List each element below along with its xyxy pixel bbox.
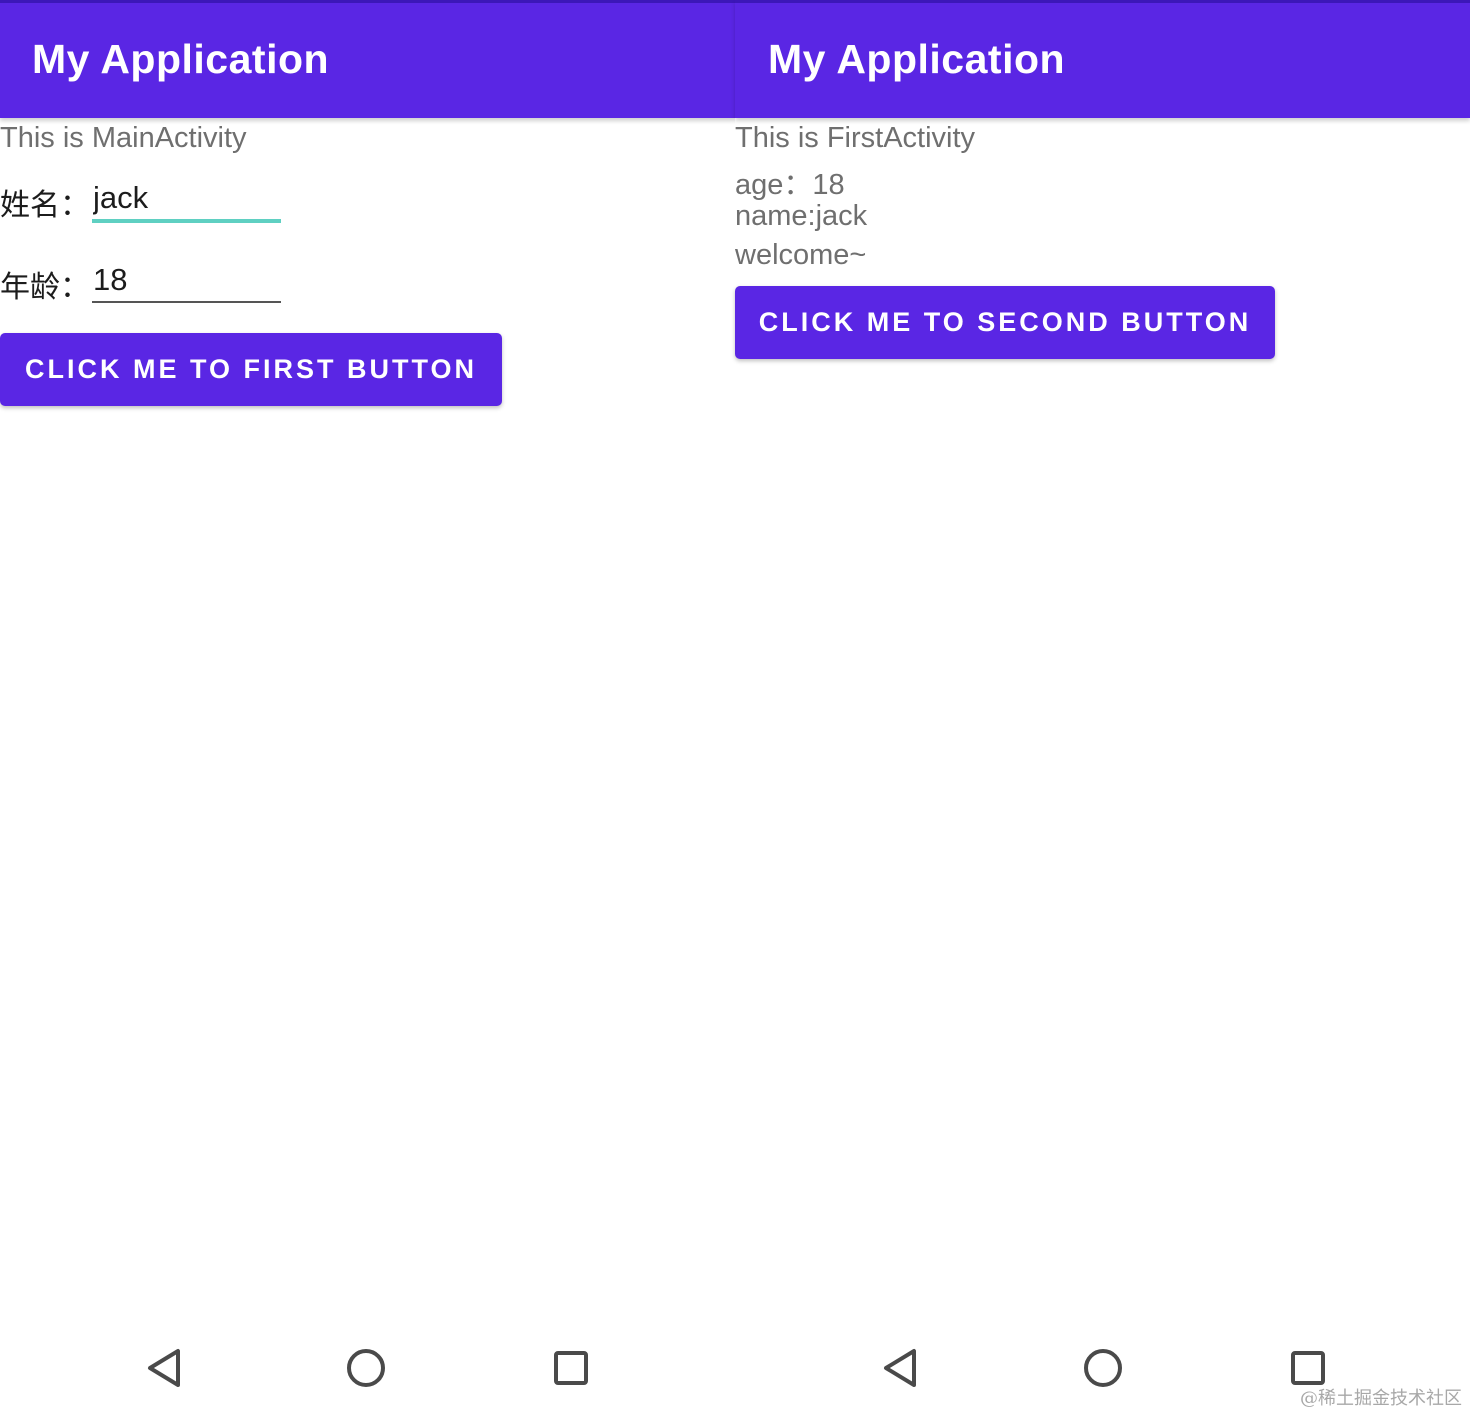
app-bar: My Application [0, 0, 735, 118]
main-activity-screen: My Application This is MainActivity 姓名： … [0, 0, 735, 1414]
age-label: 年龄： [0, 271, 90, 304]
age-input-underline [92, 301, 281, 303]
status-bar-edge [735, 0, 1470, 3]
back-button[interactable] [873, 1342, 925, 1394]
age-display-text: age：18 [735, 169, 845, 201]
home-button[interactable] [1077, 1342, 1129, 1394]
name-label: 姓名： [0, 189, 90, 222]
watermark: @稀土掘金技术社区 [1300, 1388, 1462, 1409]
app-bar: My Application [735, 0, 1470, 118]
status-bar-edge [0, 0, 735, 3]
home-icon [1084, 1349, 1122, 1387]
welcome-text: welcome~ [735, 239, 867, 271]
app-title: My Application [768, 36, 1066, 82]
age-input[interactable] [92, 258, 281, 302]
back-icon [884, 1349, 916, 1387]
recents-icon [554, 1351, 588, 1385]
navigation-bar [0, 1320, 735, 1414]
recents-button[interactable] [545, 1342, 597, 1394]
name-input-underline [92, 219, 281, 223]
app-title: My Application [32, 36, 330, 82]
first-button[interactable]: CLICK ME TO FIRST BUTTON [0, 333, 502, 406]
first-activity-screen: My Application This is FirstActivity age… [735, 0, 1470, 1414]
activity-title-text: This is FirstActivity [735, 122, 976, 154]
home-button[interactable] [340, 1342, 392, 1394]
activity-title-text: This is MainActivity [0, 122, 247, 154]
home-icon [347, 1349, 385, 1387]
name-display-text: name:jack [735, 200, 868, 232]
back-button[interactable] [137, 1342, 189, 1394]
back-icon [148, 1349, 180, 1387]
name-input[interactable] [92, 176, 281, 220]
second-button[interactable]: CLICK ME TO SECOND BUTTON [735, 286, 1275, 359]
